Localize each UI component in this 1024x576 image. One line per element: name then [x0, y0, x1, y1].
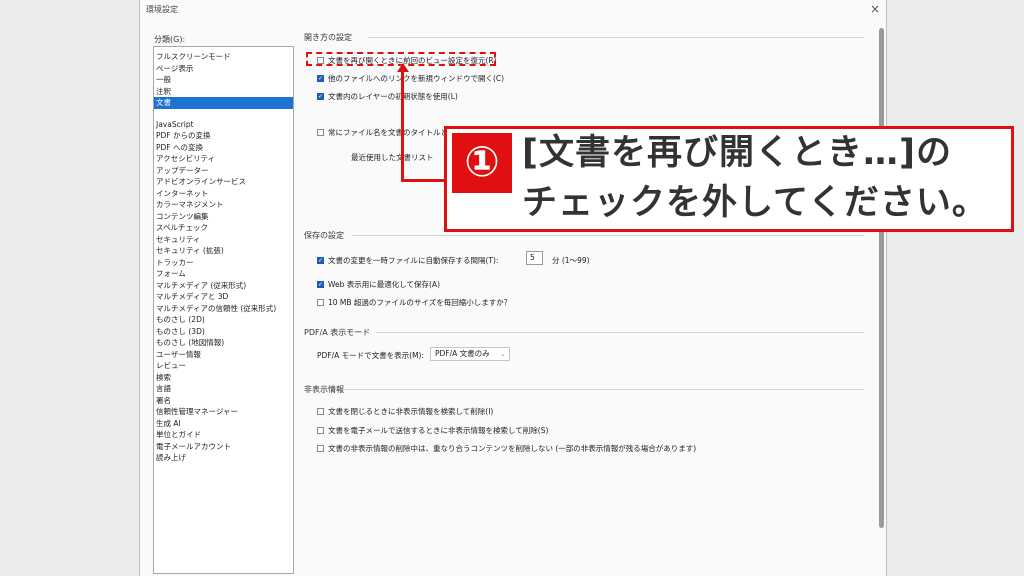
instruction-line-2: チェックを外してください。: [522, 183, 988, 223]
category-item[interactable]: フルスクリーンモード: [154, 51, 293, 63]
arrow-up-icon: [397, 63, 409, 72]
category-item[interactable]: 注釈: [154, 86, 293, 98]
divider: [368, 37, 864, 38]
category-item[interactable]: 一般: [154, 74, 293, 86]
category-item[interactable]: フォーム: [154, 268, 293, 280]
category-item[interactable]: PDF からの変換: [154, 130, 293, 142]
category-item[interactable]: アップデーター: [154, 165, 293, 177]
initial-layer-state-checkbox[interactable]: ✓ 文書内のレイヤーの初期状態を使用(L): [317, 91, 458, 102]
category-item[interactable]: アクセシビリティ: [154, 153, 293, 165]
open-settings-group: 開き方の設定: [304, 32, 864, 42]
category-item[interactable]: ものさし (2D): [154, 314, 293, 326]
checkbox-icon[interactable]: ✓: [317, 281, 324, 288]
show-title-checkbox[interactable]: 常にファイル名を文書のタイトルとして: [317, 127, 463, 138]
category-item[interactable]: ユーザー情報: [154, 349, 293, 361]
category-item[interactable]: セキュリティ (拡張): [154, 245, 293, 257]
category-item[interactable]: マルチメディアと 3D: [154, 291, 293, 303]
checkbox-icon[interactable]: [317, 427, 324, 434]
recent-list-label: 最近使用した文書リスト: [351, 153, 434, 162]
category-item[interactable]: 検索: [154, 372, 293, 384]
category-item[interactable]: PDF への変換: [154, 142, 293, 154]
callout-connector: [401, 179, 446, 182]
category-item[interactable]: 生成 AI: [154, 418, 293, 430]
checkbox-icon[interactable]: ✓: [317, 257, 324, 264]
divider: [352, 235, 864, 236]
checkbox-icon[interactable]: [317, 408, 324, 415]
pdfa-group: PDF/A 表示モード: [304, 327, 864, 337]
autosave-interval-input[interactable]: 5: [526, 251, 543, 265]
scrollbar[interactable]: [879, 28, 884, 528]
checkbox-icon[interactable]: ✓: [317, 75, 324, 82]
divider: [344, 389, 864, 390]
category-item[interactable]: 文書: [154, 97, 293, 109]
step-number-badge: ①: [452, 133, 512, 193]
hidden-info-on-close-checkbox[interactable]: 文書を閉じるときに非表示情報を検索して削除(I): [317, 406, 493, 417]
hidden-info-group: 非表示情報: [304, 384, 864, 394]
divider: [376, 332, 864, 333]
categories-list[interactable]: フルスクリーンモード ページ表示 一般 注釈 文書 JavaScript PDF からの変換…: [153, 46, 294, 574]
checkbox-icon[interactable]: [317, 129, 324, 136]
category-item[interactable]: インターネット: [154, 188, 293, 200]
close-icon[interactable]: ×: [870, 2, 880, 16]
pdfa-mode-label: PDF/A モードで文書を表示(M):: [317, 351, 425, 360]
category-item[interactable]: マルチメディアの信頼性 (従来形式): [154, 303, 293, 315]
categories-label: 分類(G):: [154, 35, 186, 44]
category-item[interactable]: JavaScript: [154, 119, 293, 131]
autosave-checkbox[interactable]: ✓ 文書の変更を一時ファイルに自動保存する間隔(T):: [317, 255, 498, 266]
autosave-unit-label: 分 (1〜99): [552, 256, 590, 265]
pdfa-mode-select[interactable]: PDF/A 文書のみ ⌄: [430, 347, 510, 361]
category-item[interactable]: 署名: [154, 395, 293, 407]
hidden-info-on-email-checkbox[interactable]: 文書を電子メールで送信するときに非表示情報を検索して削除(S): [317, 425, 548, 436]
category-item[interactable]: カラーマネジメント: [154, 199, 293, 211]
category-item[interactable]: 信頼性管理マネージャー: [154, 406, 293, 418]
category-item[interactable]: トラッカー: [154, 257, 293, 269]
category-gap: [154, 109, 293, 119]
preferences-dialog: 環境設定 × 分類(G): フルスクリーンモード ページ表示 一般 注釈 文書 JavaS…: [139, 0, 887, 576]
instruction-line-1: [文書を再び開くとき…]の: [522, 133, 952, 173]
hidden-info-no-overlap-checkbox[interactable]: 文書の非表示情報の削除中は、重なり合うコンテンツを削除しない (一部の非表示情報…: [317, 443, 696, 454]
category-item[interactable]: ものさし (3D): [154, 326, 293, 338]
web-optimize-checkbox[interactable]: ✓ Web 表示用に最適化して保存(A): [317, 279, 440, 290]
checkbox-icon[interactable]: [317, 445, 324, 452]
chevron-down-icon: ⌄: [500, 350, 506, 358]
checkbox-icon[interactable]: ✓: [317, 93, 324, 100]
category-item[interactable]: ページ表示: [154, 63, 293, 75]
checkbox-icon[interactable]: [317, 299, 324, 306]
category-item[interactable]: マルチメディア (従来形式): [154, 280, 293, 292]
category-item[interactable]: 言語: [154, 383, 293, 395]
instruction-text: [文書を再び開くとき…]の チェックを外してください。: [522, 128, 988, 228]
category-item[interactable]: 読み上げ: [154, 452, 293, 464]
open-links-new-window-checkbox[interactable]: ✓ 他のファイルへのリンクを新規ウィンドウで開く(C): [317, 73, 504, 84]
callout-connector: [401, 70, 404, 182]
window-title: 環境設定: [146, 5, 178, 14]
category-item[interactable]: 単位とガイド: [154, 429, 293, 441]
category-item[interactable]: コンテンツ編集: [154, 211, 293, 223]
category-item[interactable]: 電子メールアカウント: [154, 441, 293, 453]
reduce-size-checkbox[interactable]: 10 MB 超過のファイルのサイズを毎回縮小しますか？: [317, 297, 511, 308]
category-item[interactable]: ものさし (地図情報): [154, 337, 293, 349]
category-item[interactable]: アドビオンラインサービス: [154, 176, 293, 188]
title-bar: 環境設定 ×: [140, 0, 886, 20]
category-item[interactable]: セキュリティ: [154, 234, 293, 246]
category-item[interactable]: レビュー: [154, 360, 293, 372]
category-item[interactable]: スペルチェック: [154, 222, 293, 234]
